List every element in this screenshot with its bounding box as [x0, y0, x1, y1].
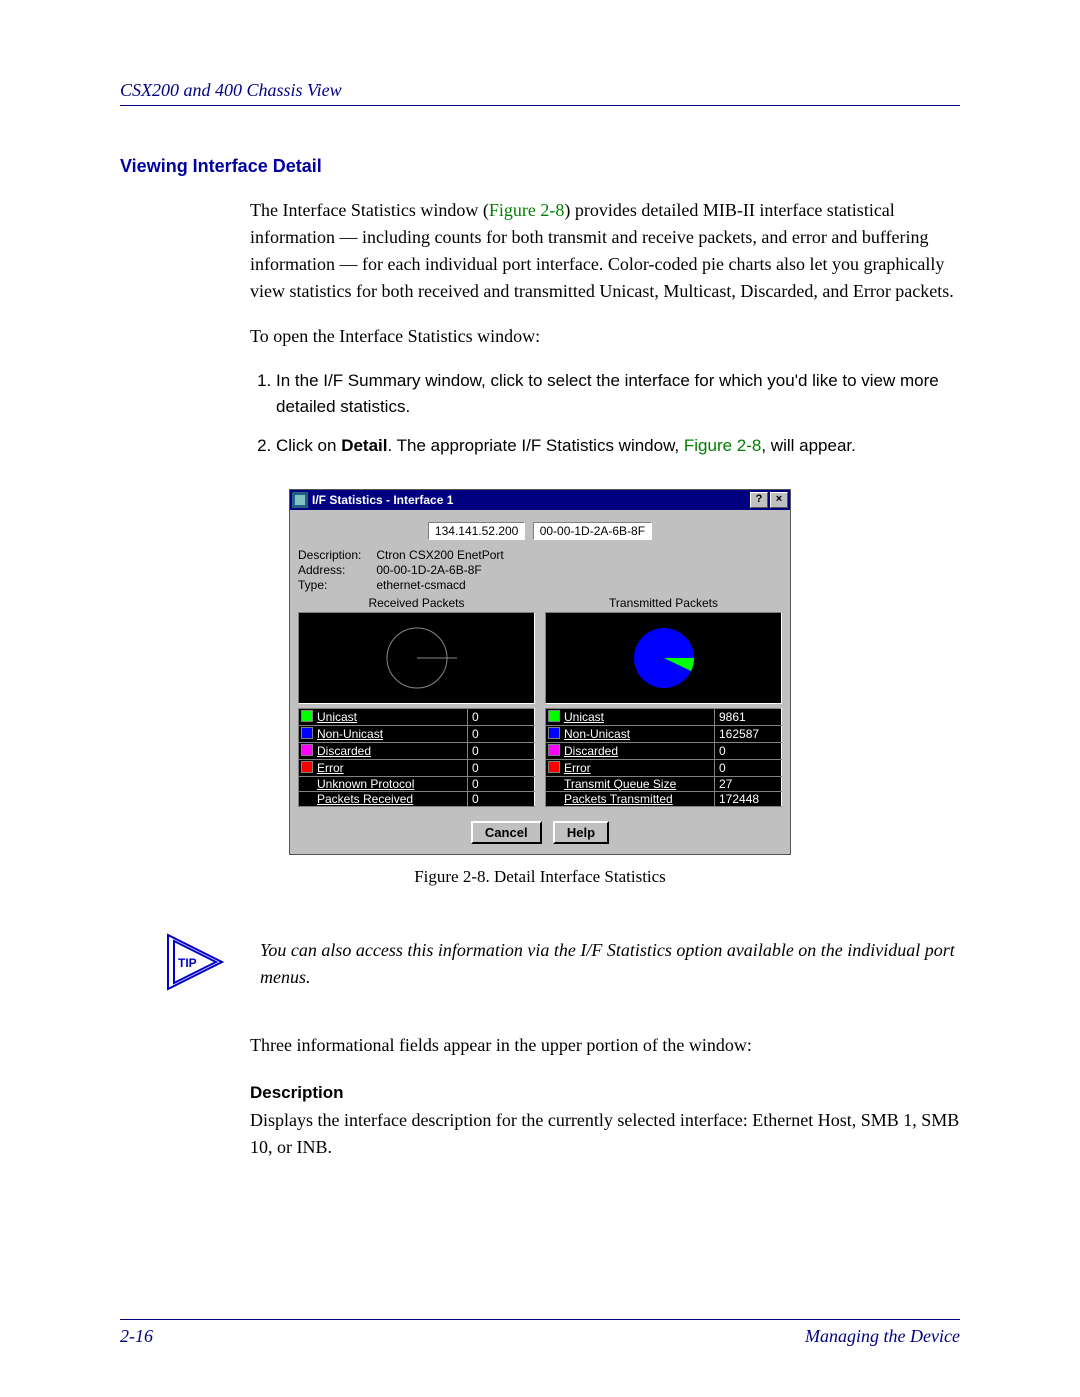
stat-value: 0 — [715, 742, 782, 759]
intro-paragraph: The Interface Statistics window (Figure … — [250, 197, 960, 305]
color-swatch — [301, 761, 313, 773]
text: . The appropriate I/F Statistics window, — [387, 436, 683, 455]
value: ethernet-csmacd — [376, 578, 465, 592]
stat-value: 0 — [468, 725, 535, 742]
received-stats-table: Unicast0Non-Unicast0Discarded0Error0Unkn… — [298, 708, 535, 807]
stat-value: 172448 — [715, 791, 782, 806]
transmitted-stats-table: Unicast9861Non-Unicast162587Discarded0Er… — [545, 708, 782, 807]
tip-icon: TIP — [160, 927, 240, 1002]
cancel-button[interactable]: Cancel — [471, 821, 542, 844]
transmitted-panel: Transmitted Packets Unicast9861Non-Unica… — [545, 596, 782, 807]
stat-value: 0 — [468, 759, 535, 776]
titlebar: I/F Statistics - Interface 1 ? × — [290, 490, 790, 510]
figure-ref: Figure 2-8 — [684, 436, 761, 455]
color-swatch — [301, 744, 313, 756]
close-icon[interactable]: × — [770, 492, 788, 508]
table-row: Error0 — [546, 759, 782, 776]
stat-name: Non-Unicast — [562, 725, 715, 742]
value: 00-00-1D-2A-6B-8F — [376, 563, 481, 577]
table-row: Non-Unicast162587 — [546, 725, 782, 742]
table-row: Unicast9861 — [546, 708, 782, 725]
stat-name: Error — [562, 759, 715, 776]
stat-value: 0 — [468, 742, 535, 759]
step-1: In the I/F Summary window, click to sele… — [276, 368, 960, 419]
app-icon — [292, 492, 308, 508]
section-title: Viewing Interface Detail — [120, 156, 960, 177]
stat-name: Discarded — [562, 742, 715, 759]
label: Type: — [298, 578, 373, 592]
color-swatch — [548, 727, 560, 739]
color-swatch — [548, 761, 560, 773]
ip-field: 134.141.52.200 — [428, 522, 525, 540]
description-row: Description: Ctron CSX200 EnetPort — [298, 548, 782, 562]
received-panel: Received Packets Unicast0Non-Unicast0Dis… — [298, 596, 535, 807]
address-row: Address: 00-00-1D-2A-6B-8F — [298, 563, 782, 577]
header-rule — [120, 105, 960, 106]
stat-value: 0 — [468, 776, 535, 791]
stat-name: Unicast — [562, 708, 715, 725]
text: The Interface Statistics window ( — [250, 200, 489, 220]
stat-name: Packets Received — [315, 791, 468, 806]
color-swatch — [301, 727, 313, 739]
if-statistics-dialog: I/F Statistics - Interface 1 ? × 134.141… — [289, 489, 791, 855]
tip-block: TIP You can also access this information… — [160, 927, 960, 1002]
step-2: Click on Detail. The appropriate I/F Sta… — [276, 433, 960, 459]
table-row: Error0 — [299, 759, 535, 776]
received-title: Received Packets — [298, 596, 535, 610]
table-row: Transmit Queue Size27 — [546, 776, 782, 791]
description-body: Displays the interface description for t… — [250, 1107, 960, 1161]
figure-caption: Figure 2-8. Detail Interface Statistics — [120, 867, 960, 887]
page-number: 2-16 — [120, 1326, 153, 1347]
table-row: Packets Transmitted172448 — [546, 791, 782, 806]
stat-name: Packets Transmitted — [562, 791, 715, 806]
info-fields-intro: Three informational fields appear in the… — [250, 1032, 960, 1059]
received-pie-chart — [298, 612, 535, 704]
open-instruction: To open the Interface Statistics window: — [250, 323, 960, 350]
stat-value: 0 — [468, 791, 535, 806]
type-row: Type: ethernet-csmacd — [298, 578, 782, 592]
stat-value: 27 — [715, 776, 782, 791]
stat-value: 0 — [715, 759, 782, 776]
description-heading: Description — [250, 1083, 960, 1103]
stat-name: Discarded — [315, 742, 468, 759]
table-row: Discarded0 — [299, 742, 535, 759]
stat-value: 0 — [468, 708, 535, 725]
transmitted-title: Transmitted Packets — [545, 596, 782, 610]
transmitted-pie-chart — [545, 612, 782, 704]
color-swatch — [301, 710, 313, 722]
text: Click on — [276, 436, 341, 455]
dialog-title: I/F Statistics - Interface 1 — [312, 493, 453, 507]
tip-text: You can also access this information via… — [260, 937, 960, 991]
table-row: Discarded0 — [546, 742, 782, 759]
detail-bold: Detail — [341, 436, 387, 455]
stat-name: Transmit Queue Size — [562, 776, 715, 791]
stat-value: 9861 — [715, 708, 782, 725]
stat-value: 162587 — [715, 725, 782, 742]
running-header: CSX200 and 400 Chassis View — [120, 80, 960, 101]
table-row: Packets Received0 — [299, 791, 535, 806]
stat-name: Error — [315, 759, 468, 776]
top-fields: 134.141.52.200 00-00-1D-2A-6B-8F — [298, 522, 782, 540]
label: Address: — [298, 563, 373, 577]
label: Description: — [298, 548, 373, 562]
stat-name: Unicast — [315, 708, 468, 725]
mac-field: 00-00-1D-2A-6B-8F — [533, 522, 652, 540]
value: Ctron CSX200 EnetPort — [376, 548, 503, 562]
color-swatch — [548, 744, 560, 756]
color-swatch — [548, 710, 560, 722]
table-row: Unicast0 — [299, 708, 535, 725]
page-footer: 2-16 Managing the Device — [120, 1319, 960, 1347]
help-button[interactable]: Help — [553, 821, 609, 844]
table-row: Non-Unicast0 — [299, 725, 535, 742]
figure-ref: Figure 2-8 — [489, 200, 565, 220]
stat-name: Non-Unicast — [315, 725, 468, 742]
table-row: Unknown Protocol0 — [299, 776, 535, 791]
stat-name: Unknown Protocol — [315, 776, 468, 791]
steps-list: In the I/F Summary window, click to sele… — [250, 368, 960, 459]
footer-chapter: Managing the Device — [805, 1326, 960, 1347]
help-icon[interactable]: ? — [750, 492, 768, 508]
text: , will appear. — [761, 436, 856, 455]
svg-text:TIP: TIP — [178, 956, 197, 970]
